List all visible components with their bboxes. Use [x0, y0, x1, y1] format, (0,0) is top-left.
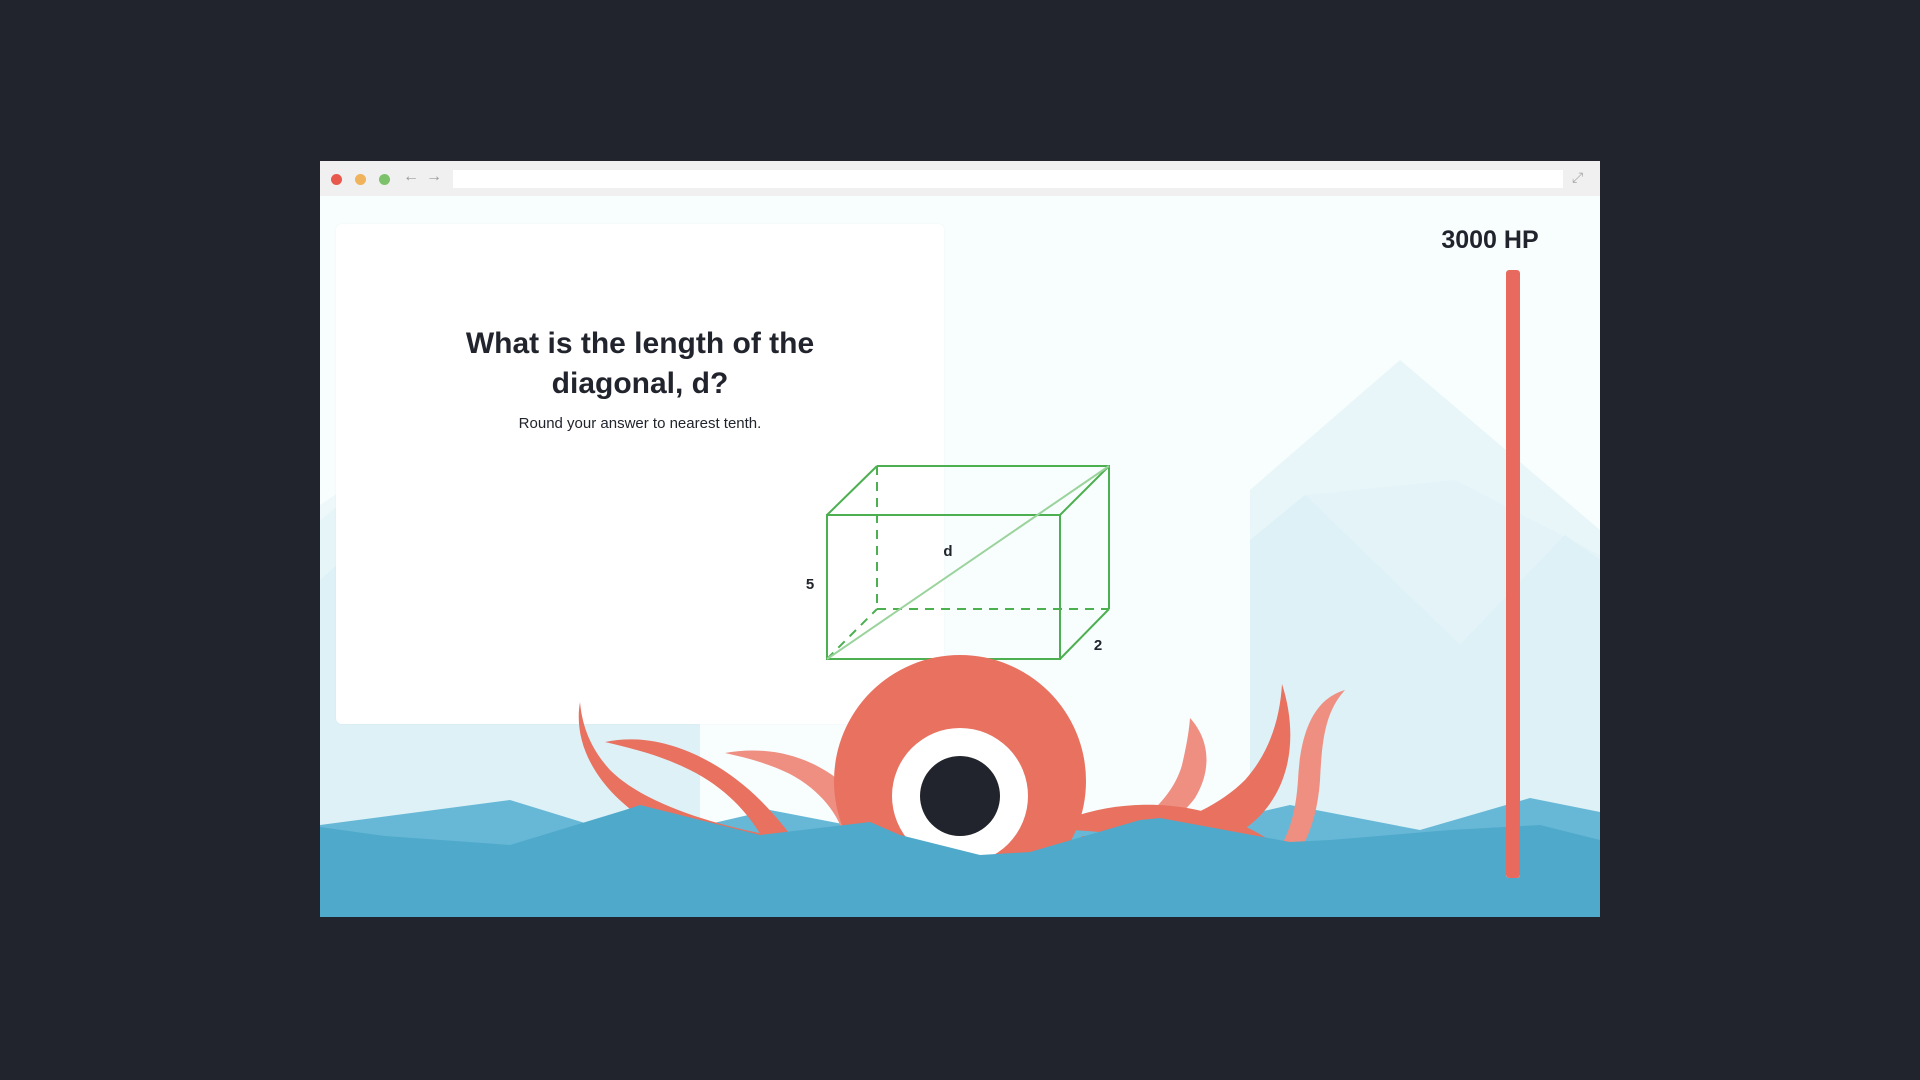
- foreground-scene: [320, 655, 1600, 917]
- hp-bar: [1506, 270, 1520, 878]
- hp-label: 3000 HP: [1441, 226, 1539, 254]
- hp-bar-fill: [1506, 270, 1520, 878]
- monster-pupil: [920, 756, 1000, 836]
